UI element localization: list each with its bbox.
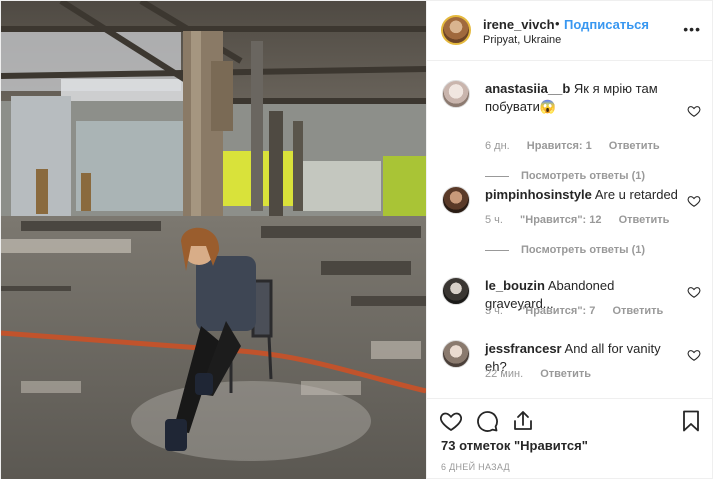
comment-icon[interactable] <box>475 409 499 433</box>
comment-time[interactable]: 22 мин. <box>485 368 523 380</box>
commenter-avatar[interactable] <box>442 186 470 214</box>
author-avatar[interactable] <box>441 15 471 45</box>
comment-time[interactable]: 6 дн. <box>485 140 510 152</box>
comment-meta: 5 ч. "Нравится": 12 Ответить <box>485 214 683 226</box>
comment-text: pimpinhosinstyle Are u retarded <box>485 186 683 204</box>
commenter-avatar[interactable] <box>442 340 470 368</box>
comments-list[interactable]: anastasiia__b Як я мрію там побувати😱 6 … <box>427 62 713 392</box>
view-replies-button[interactable]: Посмотреть ответы (1) <box>485 244 645 256</box>
comment-time[interactable]: 3 ч. <box>485 305 503 317</box>
commenter-username[interactable]: le_bouzin <box>485 278 545 293</box>
view-replies-button[interactable]: Посмотреть ответы (1) <box>485 170 645 182</box>
reply-button[interactable]: Ответить <box>540 368 591 380</box>
ellipsis-icon[interactable]: ••• <box>683 21 701 37</box>
share-icon[interactable] <box>511 409 535 433</box>
comment-likes[interactable]: "Нравится": 12 <box>520 214 601 226</box>
comment-body: Are u retarded <box>594 187 678 202</box>
follow-button[interactable]: Подписаться <box>564 17 649 32</box>
view-replies-label: Посмотреть ответы (1) <box>521 170 646 182</box>
comment-meta: 6 дн. Нравится: 1 Ответить <box>485 140 674 152</box>
header-separator: • <box>555 16 560 31</box>
heart-icon[interactable] <box>439 409 463 433</box>
heart-icon[interactable] <box>687 104 701 118</box>
commenter-avatar[interactable] <box>442 277 470 305</box>
replies-divider <box>485 175 509 177</box>
post-photo[interactable] <box>1 1 426 479</box>
post-actions: 73 отметок "Нравится" 6 ДНЕЙ НАЗАД <box>427 398 713 479</box>
commenter-username[interactable]: jessfrancesr <box>485 341 562 356</box>
likes-count[interactable]: 73 отметок "Нравится" <box>441 438 588 453</box>
reply-button[interactable]: Ответить <box>619 214 670 226</box>
post-location[interactable]: Pripyat, Ukraine <box>483 34 561 46</box>
instagram-post-modal: irene_vivch • Подписаться Pripyat, Ukrai… <box>0 0 713 479</box>
comment-meta: 3 ч. "Нравится": 7 Ответить <box>485 305 677 317</box>
commenter-username[interactable]: pimpinhosinstyle <box>485 187 592 202</box>
reply-button[interactable]: Ответить <box>612 305 663 317</box>
heart-icon[interactable] <box>687 194 701 208</box>
comment-text: anastasiia__b Як я мрію там побувати😱 <box>485 80 683 116</box>
post-side-panel: irene_vivch • Подписаться Pripyat, Ukrai… <box>426 1 713 479</box>
bookmark-icon[interactable] <box>679 409 703 433</box>
commenter-username[interactable]: anastasiia__b <box>485 81 570 96</box>
heart-icon[interactable] <box>687 285 701 299</box>
author-username[interactable]: irene_vivch <box>483 17 555 32</box>
replies-divider <box>485 249 509 251</box>
comment-likes[interactable]: Нравится: 1 <box>527 140 592 152</box>
heart-icon[interactable] <box>687 348 701 362</box>
comment-time[interactable]: 5 ч. <box>485 214 503 226</box>
comment-meta: 22 мин. Ответить <box>485 368 605 380</box>
post-timestamp[interactable]: 6 ДНЕЙ НАЗАД <box>441 462 510 472</box>
post-photo-drawing <box>1 1 426 479</box>
view-replies-label: Посмотреть ответы (1) <box>521 244 646 256</box>
post-header: irene_vivch • Подписаться Pripyat, Ukrai… <box>427 1 713 61</box>
reply-button[interactable]: Ответить <box>609 140 660 152</box>
commenter-avatar[interactable] <box>442 80 470 108</box>
comment-likes[interactable]: "Нравится": 7 <box>520 305 595 317</box>
